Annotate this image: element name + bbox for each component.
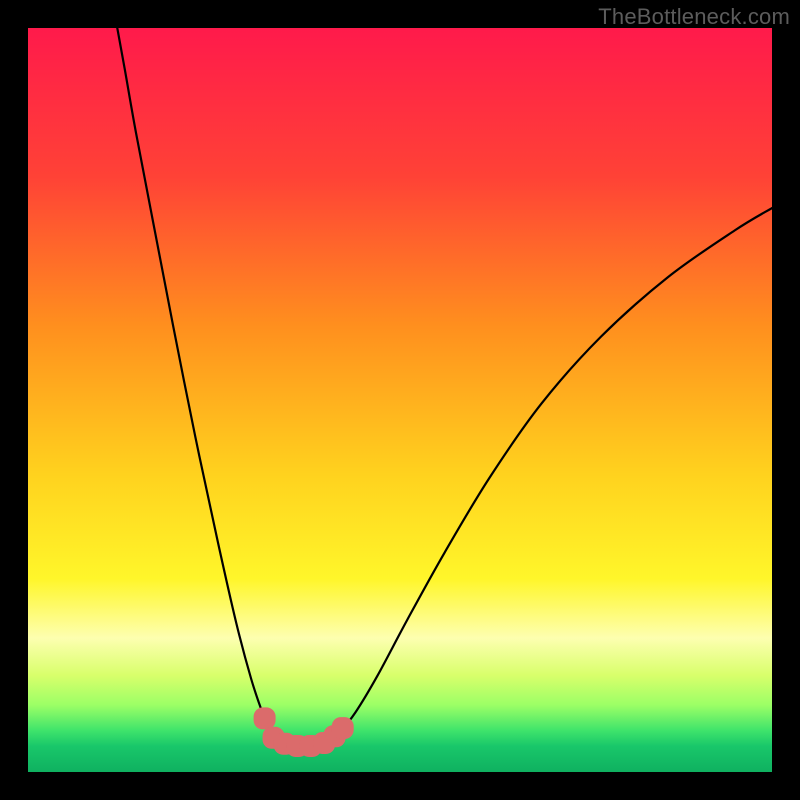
- highlight-marker: [332, 717, 354, 739]
- chart-plot: [28, 28, 772, 772]
- highlight-marker: [254, 707, 276, 729]
- gradient-background: [28, 28, 772, 772]
- chart-frame: [28, 28, 772, 772]
- watermark-text: TheBottleneck.com: [598, 4, 790, 30]
